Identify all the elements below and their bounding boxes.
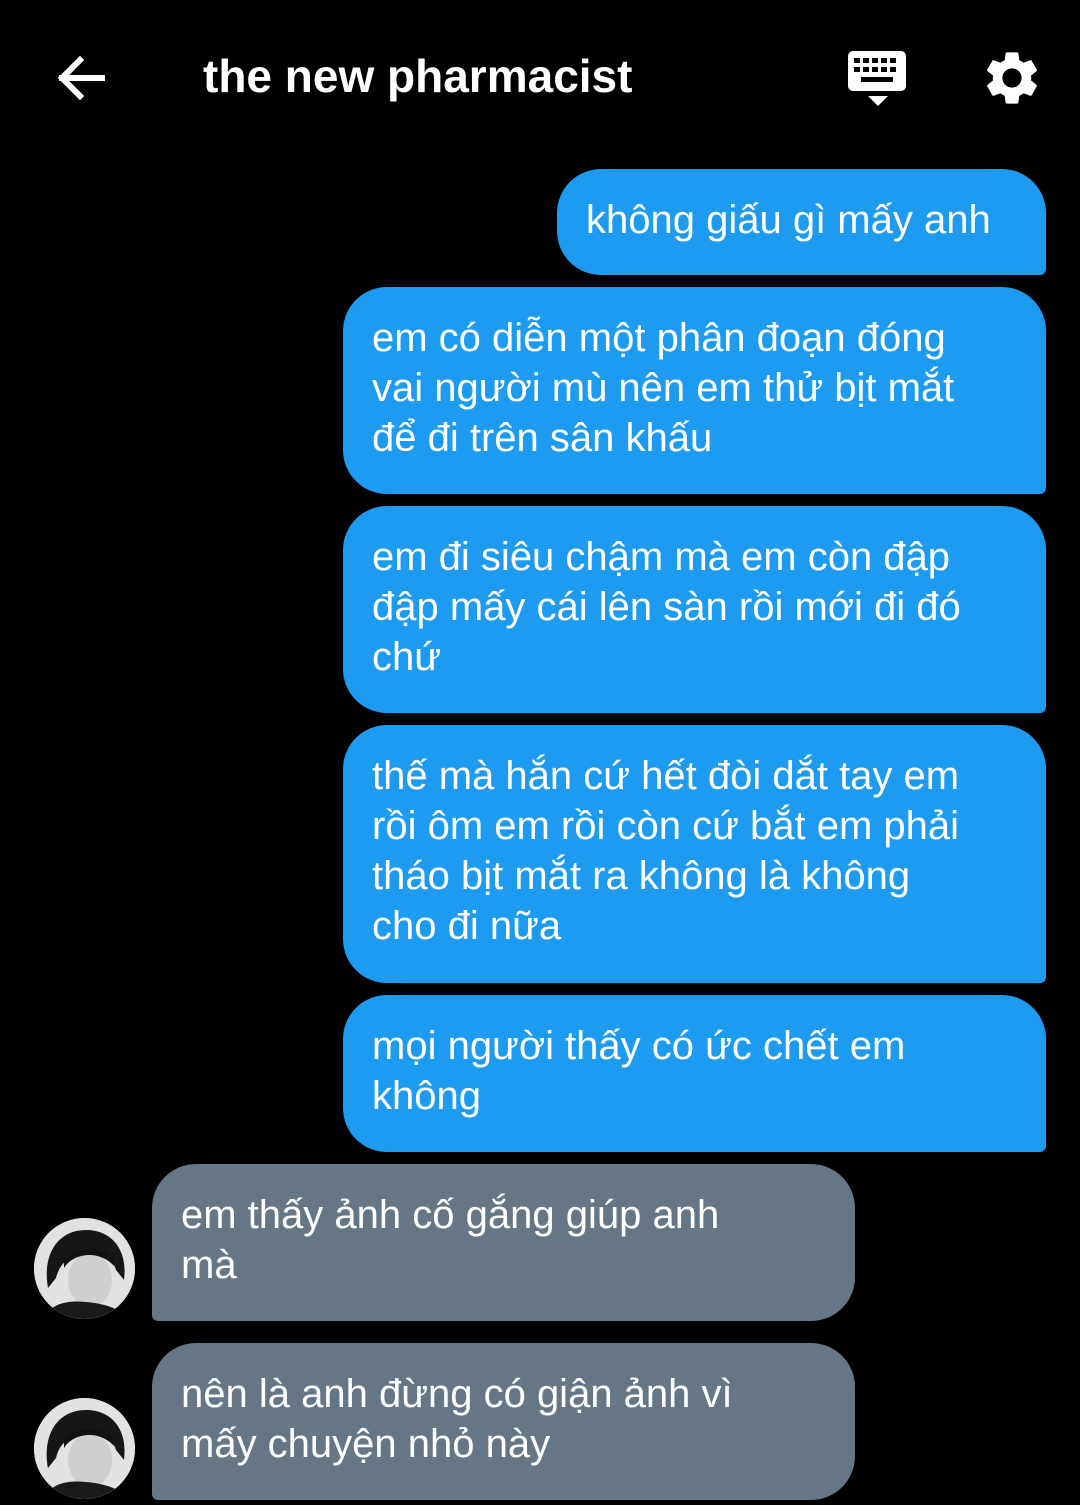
message-line: nên là anh đừng có giận ảnh vì [181, 1372, 733, 1416]
message-line: không giấu gì mấy anh [586, 198, 991, 242]
message-line: em đi siêu chậm mà em còn đập [372, 535, 951, 579]
message-line: mọi người thấy có ức chết em [372, 1024, 906, 1068]
message-line: em thấy ảnh cố gắng giúp anh [181, 1193, 720, 1237]
arrow-left-icon [57, 55, 105, 101]
message-line: vai người mù nên em thử bịt mắt [372, 366, 955, 410]
back-button[interactable] [50, 48, 110, 108]
message-line: mà [181, 1243, 237, 1287]
message-line: thế mà hắn cứ hết đòi dắt tay em [372, 754, 960, 798]
message-line: tháo bịt mắt ra không là không [372, 854, 911, 898]
settings-button[interactable] [980, 46, 1044, 110]
gear-icon [987, 52, 1037, 104]
incoming-message[interactable]: nên là anh đừng có giận ảnh vì mấy chuyệ… [152, 1343, 855, 1500]
outgoing-message[interactable]: thế mà hắn cứ hết đòi dắt tay em rồi ôm … [343, 725, 1046, 983]
message-line: cho đi nữa [372, 904, 562, 948]
incoming-message[interactable]: em thấy ảnh cố gắng giúp anh mà [152, 1164, 855, 1321]
message-line: em có diễn một phân đoạn đóng [372, 316, 946, 360]
outgoing-message[interactable]: không giấu gì mấy anh [557, 169, 1046, 275]
profile-photo-icon [34, 1398, 135, 1499]
message-line: mấy chuyện nhỏ này [181, 1422, 551, 1466]
top-bar: the new pharmacist [0, 0, 1080, 150]
outgoing-message[interactable]: em đi siêu chậm mà em còn đập đập mấy cá… [343, 506, 1046, 713]
avatar[interactable] [34, 1398, 135, 1499]
message-line: chứ [372, 635, 442, 679]
keyboard-icon [848, 51, 906, 106]
message-line: để đi trên sân khấu [372, 416, 713, 460]
profile-photo-icon [34, 1218, 135, 1319]
message-line: đập mấy cái lên sàn rồi mới đi đó [372, 585, 961, 629]
conversation-title: the new pharmacist [203, 50, 633, 102]
outgoing-message[interactable]: em có diễn một phân đoạn đóng vai người … [343, 287, 1046, 494]
message-line: rồi ôm em rồi còn cứ bắt em phải [372, 804, 960, 848]
message-line: không [372, 1074, 481, 1118]
outgoing-message[interactable]: mọi người thấy có ức chết em không [343, 995, 1046, 1152]
avatar[interactable] [34, 1218, 135, 1319]
keyboard-toggle-button[interactable] [845, 48, 911, 110]
